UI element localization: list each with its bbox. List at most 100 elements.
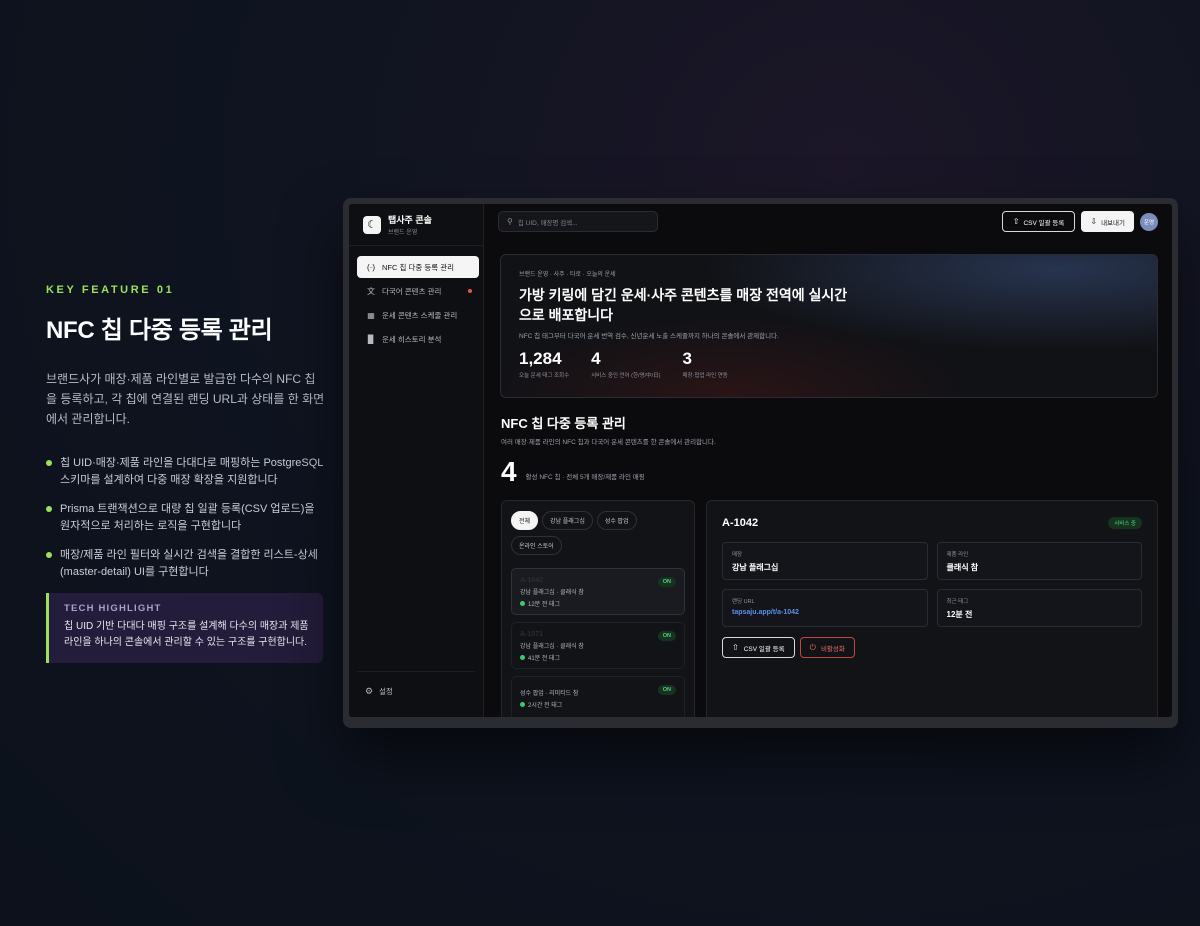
tech-highlight: TECH HIGHLIGHT 칩 UID 기반 다대다 매핑 구조를 설계해 다…	[46, 593, 323, 663]
count-value: 4	[501, 456, 517, 487]
feature-description: 브랜드사가 매장·제품 라인별로 발급한 다수의 NFC 칩을 등록하고, 각 …	[46, 372, 325, 426]
search-input[interactable]: ⚲ 칩 UID, 매장명 검색...	[498, 211, 658, 232]
stat-value: 3	[682, 349, 692, 368]
filter-chip-all[interactable]: 전체	[511, 511, 539, 530]
stat-value: 4	[591, 349, 601, 368]
list-item[interactable]: A-1071 ON 강남 플래그십 · 클래식 참 41분 전 태그	[511, 622, 685, 669]
chip-location: 강남 플래그십 · 클래식 참	[520, 590, 584, 596]
nfc-icon: (·)	[367, 262, 375, 272]
main-content: ⚲ 칩 UID, 매장명 검색... ⇧ CSV 일괄 등록 ⇩ 내보내기 운영	[484, 204, 1172, 717]
hero-stats: 1,284 오늘 운세 태그 조회수 4 서비스 중인 언어 (한/영/中/日)…	[519, 349, 1139, 379]
csv-upload-button[interactable]: ⇧ CSV 일괄 등록	[1001, 211, 1076, 232]
settings-label: 설정	[379, 687, 393, 696]
sidebar-item-label: 운세 히스토리 분석	[382, 334, 442, 344]
chip-time: 2시간 전 태그	[528, 703, 563, 709]
filter-chips: 전체 강남 플래그십 성수 팝업 온라인 스토어	[511, 511, 685, 561]
upload-icon: ⇧	[732, 643, 739, 652]
chip-detail-panel: A-1042 서비스 중 매장 강남 플래그십 제품 라인 클래식 참 랜딩 U…	[706, 500, 1158, 717]
sidebar-item-settings[interactable]: ⚙ 설정	[357, 671, 475, 697]
feature-bullets: 칩 UID·매장·제품 라인을 다대다로 매핑하는 PostgreSQL 스키마…	[46, 455, 326, 581]
translate-icon: 文	[367, 286, 375, 296]
bar-chart-icon: ▉	[367, 334, 375, 344]
avatar[interactable]: 운영	[1140, 212, 1158, 231]
calendar-icon: ▦	[367, 310, 375, 320]
landing-url-link[interactable]: tapsaju.app/t/a-1042	[732, 609, 918, 616]
filter-chip-gangnam[interactable]: 강남 플래그십	[542, 511, 593, 530]
sidebar-item-label: NFC 칩 다중 등록 관리	[382, 262, 455, 272]
stat-label: 매장·팝업 라인 연동	[682, 373, 728, 379]
deactivate-button[interactable]: ⏻ 비활성화	[799, 637, 855, 658]
moon-logo-icon: ☾	[363, 215, 381, 234]
bullet-dot-icon	[46, 506, 52, 512]
count-label: 활성 NFC 칩 · 전체 5개 매장/제품 라인 매핑	[525, 474, 645, 481]
field-product-line: 제품 라인 클래식 참	[936, 542, 1142, 580]
sidebar-item-nfc[interactable]: (·) NFC 칩 다중 등록 관리	[357, 256, 479, 278]
bullet-item: Prisma 트랜잭션으로 대량 칩 일괄 등록(CSV 업로드)을 원자적으로…	[46, 501, 326, 535]
list-item[interactable]: ON 성수 팝업 · 리미티드 참 2시간 전 태그	[511, 676, 685, 717]
sidebar-item-analytics[interactable]: ▉ 운세 히스토리 분석	[357, 328, 479, 350]
power-icon: ⏻	[809, 642, 816, 652]
field-landing-url: 랜딩 URL tapsaju.app/t/a-1042	[722, 589, 928, 627]
hero-banner: 브랜드 운영 · 사주 · 타로 · 오늘의 운세 가방 키링에 담긴 운세·사…	[500, 254, 1158, 398]
hero-subtitle: NFC 칩 태그부터 다국어 운세 번역 검수, 신년운세 노출 스케줄까지 하…	[519, 333, 779, 340]
active-chip-count: 4 활성 NFC 칩 · 전체 5개 매장/제품 라인 매핑	[501, 458, 1156, 486]
detail-chip-uid: A-1042	[722, 517, 759, 529]
csv-upload-label: CSV 일괄 등록	[743, 645, 785, 653]
bullet-item: 칩 UID·매장·제품 라인을 다대다로 매핑하는 PostgreSQL 스키마…	[46, 455, 326, 489]
export-label: 내보내기	[1101, 219, 1125, 227]
sidebar-nav: (·) NFC 칩 다중 등록 관리 文 다국어 콘텐츠 관리 ▦ 운세 콘텐츠…	[349, 246, 483, 350]
laptop-frame: ☾ 탭사주 콘솔 브랜드 운영 (·) NFC 칩 다중 등록 관리 文 다국어…	[343, 198, 1178, 728]
chip-time: 12분 전 태그	[528, 602, 561, 608]
filter-chip-seongsu[interactable]: 성수 팝업	[596, 511, 637, 530]
notification-dot	[468, 289, 472, 293]
hero-title: 가방 키링에 담긴 운세·사주 콘텐츠를 매장 전역에 실시간으로 배포합니다	[519, 287, 848, 323]
chip-uid: A-1071	[520, 631, 543, 638]
csv-upload-label: CSV 일괄 등록	[1023, 219, 1065, 227]
stat-languages: 4 서비스 중인 언어 (한/영/中/日)	[591, 349, 660, 379]
filter-chip-online[interactable]: 온라인 스토어	[511, 536, 562, 555]
field-label: 최근 태그	[946, 599, 969, 605]
feature-intro: KEY FEATURE 01 NFC 칩 다중 등록 관리 브랜드사가 매장·제…	[46, 284, 326, 663]
field-value: 강남 플래그십	[732, 563, 779, 572]
status-badge: 서비스 중	[1108, 517, 1142, 529]
stat-label: 서비스 중인 언어 (한/영/中/日)	[591, 373, 661, 379]
detail-fields: 매장 강남 플래그십 제품 라인 클래식 참 랜딩 URL tapsaju.ap…	[722, 542, 1142, 627]
export-button[interactable]: ⇩ 내보내기	[1081, 211, 1134, 232]
tech-highlight-heading: TECH HIGHLIGHT	[64, 603, 162, 614]
sidebar: ☾ 탭사주 콘솔 브랜드 운영 (·) NFC 칩 다중 등록 관리 文 다국어…	[349, 204, 484, 717]
field-value: 12분 전	[946, 610, 973, 619]
brand-name: 탭사주 콘솔	[388, 215, 432, 225]
status-badge: ON	[657, 577, 676, 587]
tech-highlight-body: 칩 UID 기반 다대다 매핑 구조를 설계해 다수의 매장과 제품 라인을 하…	[64, 621, 309, 648]
search-icon: ⚲	[507, 217, 513, 226]
download-icon: ⇩	[1090, 217, 1098, 226]
stat-label: 오늘 운세 태그 조회수	[519, 373, 570, 379]
brand-sub: 브랜드 운영	[388, 230, 418, 236]
sidebar-item-translation[interactable]: 文 다국어 콘텐츠 관리	[357, 280, 479, 302]
page-title: NFC 칩 다중 등록 관리	[501, 416, 626, 431]
chip-uid: A-1042	[520, 577, 543, 584]
topbar: ⚲ 칩 UID, 매장명 검색... ⇧ CSV 일괄 등록 ⇩ 내보내기 운영	[484, 204, 1172, 239]
stat-value: 1,284	[519, 349, 562, 368]
app-screen: ☾ 탭사주 콘솔 브랜드 운영 (·) NFC 칩 다중 등록 관리 文 다국어…	[349, 204, 1172, 717]
chip-last-tag: 12분 전 태그	[520, 599, 676, 608]
breadcrumb: 브랜드 운영 · 사주 · 타로 · 오늘의 운세	[519, 272, 616, 278]
bullet-dot-icon	[46, 460, 52, 466]
chip-time: 41분 전 태그	[528, 656, 561, 662]
list-item[interactable]: A-1042 ON 강남 플래그십 · 클래식 참 12분 전 태그	[511, 568, 685, 615]
field-value: 클래식 참	[946, 563, 979, 572]
sidebar-item-schedule[interactable]: ▦ 운세 콘텐츠 스케줄 관리	[357, 304, 479, 326]
field-label: 랜딩 URL	[732, 599, 755, 605]
gear-icon: ⚙	[365, 686, 374, 696]
master-detail: 전체 강남 플래그십 성수 팝업 온라인 스토어 A-1042 ON 강남 플래…	[501, 500, 1158, 717]
chip-list-panel: 전체 강남 플래그십 성수 팝업 온라인 스토어 A-1042 ON 강남 플래…	[501, 500, 695, 717]
search-placeholder: 칩 UID, 매장명 검색...	[517, 219, 578, 227]
detail-csv-upload-button[interactable]: ⇧ CSV 일괄 등록	[722, 637, 795, 658]
field-store: 매장 강남 플래그십	[722, 542, 928, 580]
status-badge: ON	[657, 685, 676, 695]
key-feature-label: KEY FEATURE 01	[46, 284, 175, 296]
status-dot-icon	[520, 601, 525, 606]
chip-location: 강남 플래그십 · 클래식 참	[520, 644, 584, 650]
status-badge: ON	[657, 631, 676, 641]
nfc-section-header: NFC 칩 다중 등록 관리 여러 매장·제품 라인의 NFC 칩과 다국어 운…	[501, 413, 1156, 486]
